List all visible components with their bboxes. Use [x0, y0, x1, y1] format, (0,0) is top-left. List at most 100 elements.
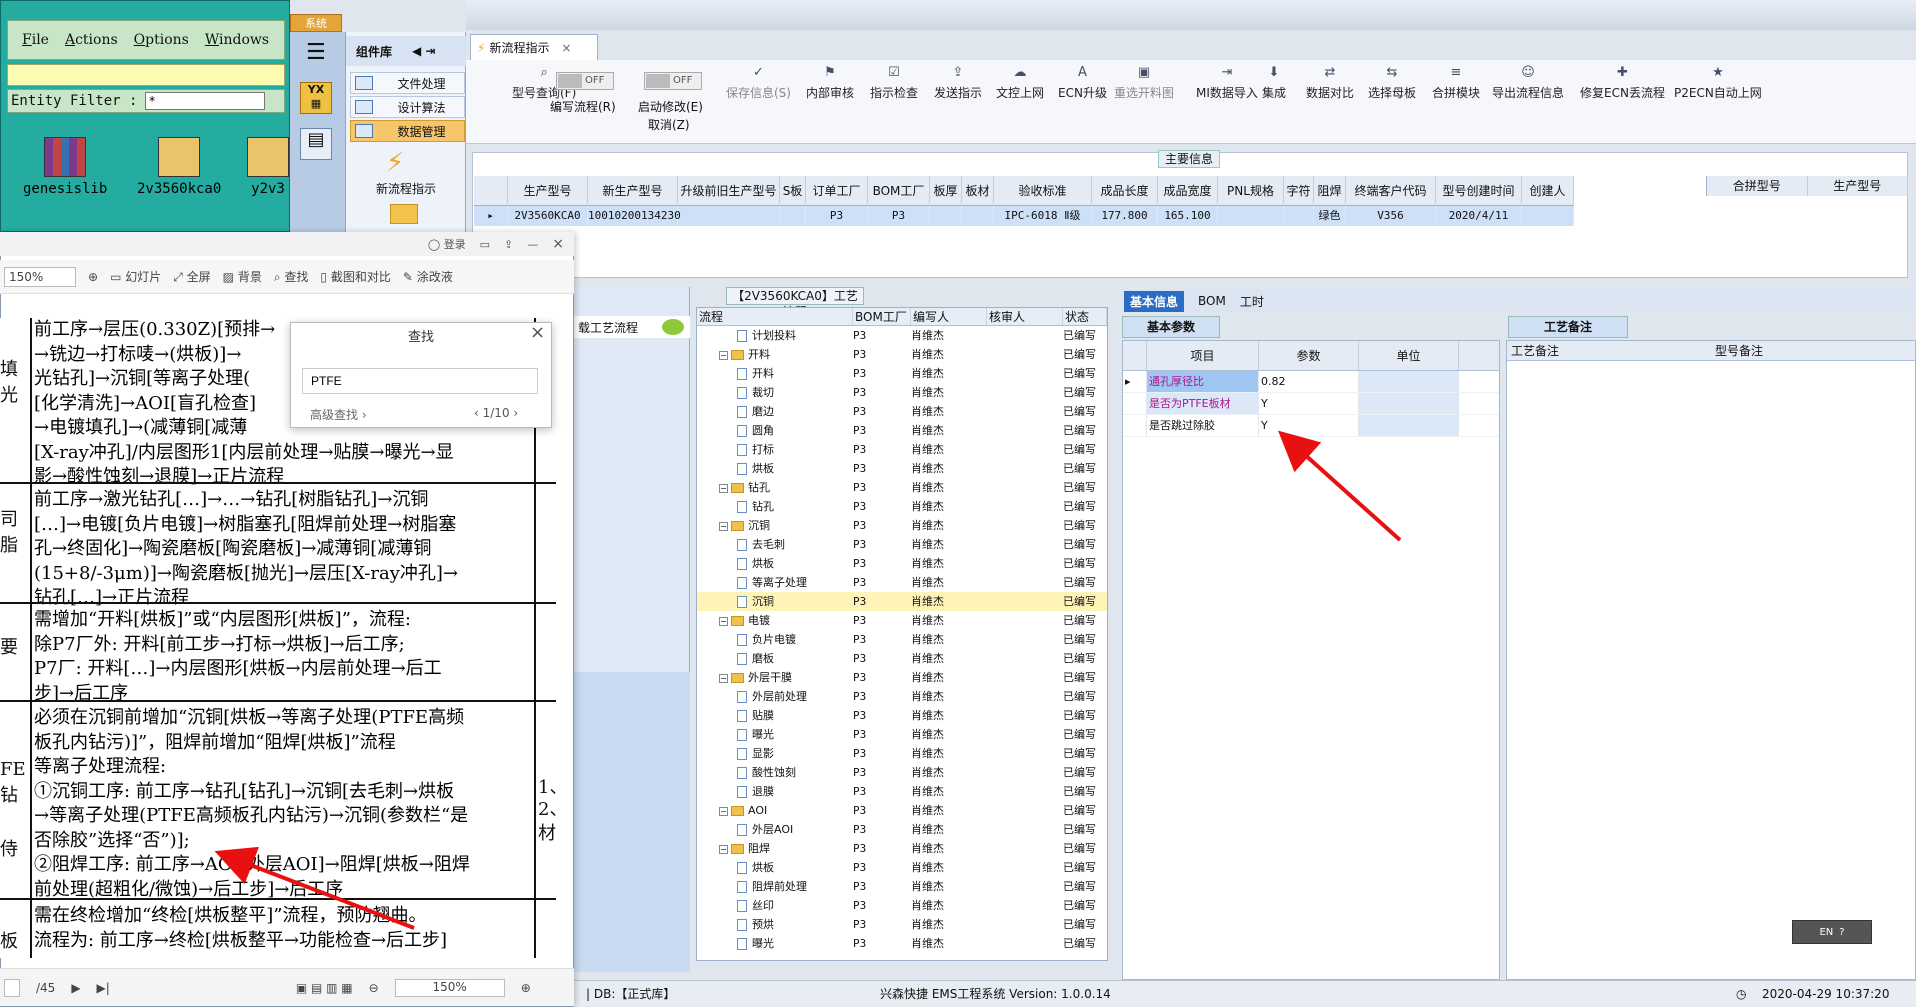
flow-row[interactable]: 打标 P3 肖维杰 已编写	[697, 440, 1107, 459]
flow-row[interactable]: 沉铜 P3 肖维杰 已编写	[697, 592, 1107, 611]
zoom-in-icon[interactable]: ⊕	[521, 981, 531, 995]
collapse-icon[interactable]: ◀ ⇥	[412, 44, 435, 58]
lightning-icon[interactable]: ⚡	[386, 148, 404, 178]
menu-options[interactable]: Options	[134, 32, 189, 48]
flow-row[interactable]: 钻孔 P3 肖维杰 已编写	[697, 497, 1107, 516]
flow-row[interactable]: − AOI P3 肖维杰 已编写	[697, 801, 1107, 820]
table-cell[interactable]: 2V3560KCA0	[508, 206, 588, 226]
flow-row[interactable]: 预烘 P3 肖维杰 已编写	[697, 915, 1107, 934]
collapse-toggle-icon[interactable]: −	[719, 844, 728, 854]
flow-row[interactable]: 外层AOI P3 肖维杰 已编写	[697, 820, 1107, 839]
next-page-icon[interactable]: ▶	[71, 981, 80, 995]
toolbar-button[interactable]: ▣ 重选开料图	[1114, 66, 1174, 101]
menu-windows[interactable]: Windows	[205, 32, 269, 48]
table-cell[interactable]	[962, 206, 994, 226]
toolbar-button[interactable]: ☑ 指示检查	[870, 66, 918, 101]
collapse-toggle-icon[interactable]: −	[719, 806, 728, 816]
table-cell[interactable]	[930, 206, 962, 226]
flow-row[interactable]: 磨边 P3 肖维杰 已编写	[697, 402, 1107, 421]
flow-row[interactable]: 等离子处理 P3 肖维杰 已编写	[697, 573, 1107, 592]
column-header[interactable]: 板厚	[930, 176, 962, 206]
toolbar-button[interactable]: ✓ 保存信息(S)	[726, 66, 791, 101]
flow-row[interactable]: 磨板 P3 肖维杰 已编写	[697, 649, 1107, 668]
table-cell[interactable]	[1284, 206, 1314, 226]
toolbar-button[interactable]: ✚ 修复ECN丢流程	[1580, 66, 1665, 101]
toggle-switch[interactable]: OFF	[644, 72, 702, 90]
param-unit[interactable]	[1359, 371, 1459, 392]
toggle-switch[interactable]: OFF	[556, 72, 614, 90]
param-column-header[interactable]: 项目	[1147, 341, 1259, 370]
table-cell[interactable]: 10010200134230	[588, 206, 681, 226]
row-indicator[interactable]: ▸	[474, 206, 508, 226]
flow-row[interactable]: 退膜 P3 肖维杰 已编写	[697, 782, 1107, 801]
flow-column-header[interactable]: 状态	[1063, 308, 1107, 325]
flow-row[interactable]: 烘板 P3 肖维杰 已编写	[697, 554, 1107, 573]
tab-bom[interactable]: BOM	[1198, 294, 1226, 308]
flow-row[interactable]: 裁切 P3 肖维杰 已编写	[697, 383, 1107, 402]
table-cell[interactable]	[678, 206, 780, 226]
flow-row[interactable]: 圆角 P3 肖维杰 已编写	[697, 421, 1107, 440]
table-cell[interactable]: 2020/4/11	[1436, 206, 1522, 226]
flow-column-header[interactable]: BOM工厂	[853, 308, 911, 325]
remark-column-header[interactable]: 工艺备注	[1507, 341, 1711, 360]
table-cell[interactable]	[780, 206, 806, 226]
help-icon[interactable]: ?	[1839, 927, 1844, 938]
zoom-select[interactable]: 150%	[4, 266, 76, 287]
merge-column-header[interactable]: 合拼型号	[1707, 176, 1808, 196]
new-flow-icon-label[interactable]: 新流程指示	[376, 180, 436, 197]
param-unit[interactable]	[1359, 415, 1459, 436]
table-cell[interactable]	[1218, 206, 1284, 226]
toolbar-button[interactable]: ☺ 导出流程信息	[1492, 66, 1564, 101]
job-item-y2v3[interactable]: y2v3	[247, 137, 289, 197]
component-item-file[interactable]: 文件处理	[350, 72, 465, 94]
flow-row[interactable]: 曝光 P3 肖维杰 已编写	[697, 934, 1107, 953]
menu-icon[interactable]: ☰	[306, 42, 326, 64]
column-header[interactable]: 生产型号	[508, 176, 588, 206]
column-header[interactable]: 验收标准	[994, 176, 1092, 206]
find-button[interactable]: ⌕ 查找	[274, 268, 309, 285]
column-header[interactable]: 成品长度	[1092, 176, 1158, 206]
toolbar-button[interactable]: A ECN升级	[1058, 66, 1107, 101]
advanced-find-link[interactable]: 高级查找 ›	[310, 406, 367, 423]
toolbar-sublabel[interactable]: 取消(Z)	[648, 116, 690, 133]
job-item-2v3560kca0[interactable]: 2v3560kca0	[137, 137, 221, 197]
remark-column-header[interactable]: 型号备注	[1711, 341, 1915, 360]
toolbar-button[interactable]: ⚑ 内部审核	[806, 66, 854, 101]
table-cell[interactable]: IPC-6018 Ⅱ级	[994, 206, 1092, 226]
flow-row[interactable]: 丝印 P3 肖维杰 已编写	[697, 896, 1107, 915]
close-icon[interactable]: ×	[561, 41, 571, 55]
flow-row[interactable]: − 外层干膜 P3 肖维杰 已编写	[697, 668, 1107, 687]
column-header[interactable]: S板	[780, 176, 806, 206]
column-header[interactable]: 创建人	[1522, 176, 1574, 206]
background-button[interactable]: ▨ 背景	[223, 268, 262, 285]
load-flow-header[interactable]: 载工艺流程	[572, 316, 690, 338]
flow-row[interactable]: 计划投料 P3 肖维杰 已编写	[697, 326, 1107, 345]
close-icon[interactable]: ×	[552, 236, 564, 252]
main-info-row[interactable]: ▸ 2V3560KCA0 10010200134230 P3 P3 IPC-6018 Ⅱ级…	[474, 206, 1574, 226]
flow-row[interactable]: 烘板 P3 肖维杰 已编写	[697, 858, 1107, 877]
param-value[interactable]: 0.82	[1259, 371, 1359, 392]
column-header[interactable]: 阻焊	[1314, 176, 1346, 206]
table-cell[interactable]: 177.800	[1092, 206, 1158, 226]
view-mode-icons[interactable]: ▣ ▤ ▥ ▦	[296, 981, 353, 995]
system-tab[interactable]: 系统	[290, 14, 342, 32]
menu-actions[interactable]: Actions	[65, 32, 118, 48]
flow-row[interactable]: − 阻焊 P3 肖维杰 已编写	[697, 839, 1107, 858]
toolbar-label[interactable]: 编写流程(R)	[550, 98, 616, 115]
process-remark-label[interactable]: 工艺备注	[1508, 316, 1628, 338]
bottom-zoom-select[interactable]: 150%	[394, 978, 505, 997]
flow-row[interactable]: 去毛刺 P3 肖维杰 已编写	[697, 535, 1107, 554]
column-header[interactable]: 成品宽度	[1158, 176, 1218, 206]
param-value[interactable]: Y	[1259, 393, 1359, 414]
toolbar-button[interactable]: ⬇ 集成	[1262, 66, 1286, 101]
basic-params-label[interactable]: 基本参数	[1122, 316, 1220, 338]
table-cell[interactable]: 165.100	[1158, 206, 1218, 226]
merge-column-header[interactable]: 生产型号	[1808, 176, 1908, 196]
row-indicator[interactable]	[1123, 393, 1147, 414]
flow-column-header[interactable]: 编写人	[911, 308, 987, 325]
share-icon[interactable]: ⇪	[504, 238, 513, 251]
column-header[interactable]: 字符	[1284, 176, 1314, 206]
flow-row[interactable]: − 沉铜 P3 肖维杰 已编写	[697, 516, 1107, 535]
chat-bubble-icon[interactable]	[662, 319, 684, 335]
flow-row[interactable]: 曝光 P3 肖维杰 已编写	[697, 725, 1107, 744]
